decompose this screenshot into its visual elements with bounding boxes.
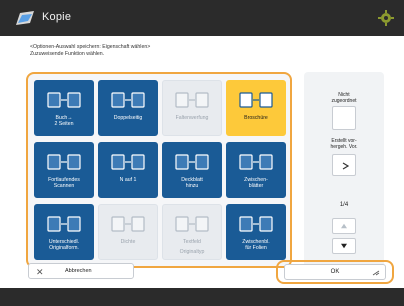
tile-label: Fortlaufendes Scannen	[48, 177, 80, 189]
book-to-pages-icon	[35, 89, 93, 111]
cover-sheet-icon	[163, 151, 221, 173]
tile-label: Zwischen- blätter	[244, 177, 268, 189]
page-counter: 1/4	[339, 202, 349, 208]
tile-transparency-interleaf[interactable]: Zwischenbl. für Folien	[226, 204, 286, 260]
footer-bar	[0, 288, 404, 306]
copy-app-icon	[16, 11, 34, 25]
tile-n-on-1[interactable]: N auf 1	[98, 142, 158, 198]
insert-sheets-icon	[227, 151, 285, 173]
tile-label: Zwischenbl. für Folien	[242, 239, 270, 251]
tile-label: Faltenwerfung	[175, 115, 209, 121]
unassigned-button[interactable]	[332, 106, 356, 130]
previous-settings-label: Erstellt vor- hergeh. Vor.	[330, 138, 358, 150]
scroll-up-button[interactable]	[332, 218, 356, 234]
tile-two-sided[interactable]: Doppelseitig	[98, 80, 158, 136]
fold-icon	[163, 89, 221, 111]
continuous-scan-icon	[35, 151, 93, 173]
ok-button[interactable]: OK	[284, 264, 386, 280]
title-bar: Kopie	[0, 0, 404, 36]
booklet-icon	[227, 89, 285, 111]
tile-label: Unterschiedl. Originalform.	[48, 239, 80, 251]
tile-label: Doppelseitig	[113, 115, 143, 121]
tile-label: Deckblatt hinzu	[181, 177, 203, 189]
two-sided-icon	[99, 89, 157, 111]
main-panel: <Optionen-Auswahl speichern: Eigenschaft…	[0, 36, 404, 288]
tile-label: Broschüre	[244, 115, 268, 121]
n-on-1-icon	[99, 151, 157, 173]
scroll-down-button[interactable]	[332, 238, 356, 254]
previous-settings-button[interactable]	[332, 154, 356, 176]
arrow-up-icon	[341, 223, 347, 229]
tile-booklet[interactable]: Broschüre	[226, 80, 286, 136]
side-panel: Nicht zugeordnet Erstellt vor- hergeh. V…	[304, 72, 384, 268]
tile-density[interactable]: Dichte	[98, 204, 158, 260]
cancel-label: Abbrechen	[65, 268, 92, 274]
tile-label: Dichte	[120, 239, 136, 245]
settings-icon[interactable]	[378, 10, 394, 26]
different-originals-icon	[35, 213, 93, 235]
ok-label: OK	[330, 269, 340, 275]
tile-text-field[interactable]: Textfeld Originaltyp	[162, 204, 222, 260]
tile-different-originals[interactable]: Unterschiedl. Originalform.	[34, 204, 94, 260]
tile-insert-sheets[interactable]: Zwischen- blätter	[226, 142, 286, 198]
instruction-text: <Optionen-Auswahl speichern: Eigenschaft…	[30, 44, 230, 58]
transparency-interleaf-icon	[227, 213, 285, 235]
tile-cover-sheet[interactable]: Deckblatt hinzu	[162, 142, 222, 198]
ok-highlight: OK	[276, 260, 394, 284]
cancel-button[interactable]: ✕ Abbrechen	[28, 263, 134, 279]
tile-label-original-type: Originaltyp	[179, 249, 205, 255]
arrow-down-icon	[341, 243, 347, 249]
app-title: Kopie	[42, 11, 72, 23]
tile-fold[interactable]: Faltenwerfung	[162, 80, 222, 136]
instruction-line-2: Zuzuweisende Funktion wählen.	[30, 51, 105, 57]
chevron-right-icon	[342, 162, 350, 170]
corner-mark-icon	[372, 270, 380, 276]
tile-book-to-pages[interactable]: Buch→ 2 Seiten	[34, 80, 94, 136]
tile-label: Buch→ 2 Seiten	[54, 115, 74, 127]
unassigned-label: Nicht zugeordnet	[331, 92, 357, 104]
text-field-icon	[163, 213, 221, 235]
instruction-line-1: <Optionen-Auswahl speichern: Eigenschaft…	[30, 44, 151, 50]
density-icon	[99, 213, 157, 235]
tile-label: Textfeld	[183, 239, 201, 245]
tile-continuous-scan[interactable]: Fortlaufendes Scannen	[34, 142, 94, 198]
tile-label: N auf 1	[119, 177, 137, 183]
close-icon: ✕	[36, 267, 44, 277]
function-grid: Buch→ 2 Seiten Doppelseitig Faltenwerfun…	[26, 72, 292, 268]
